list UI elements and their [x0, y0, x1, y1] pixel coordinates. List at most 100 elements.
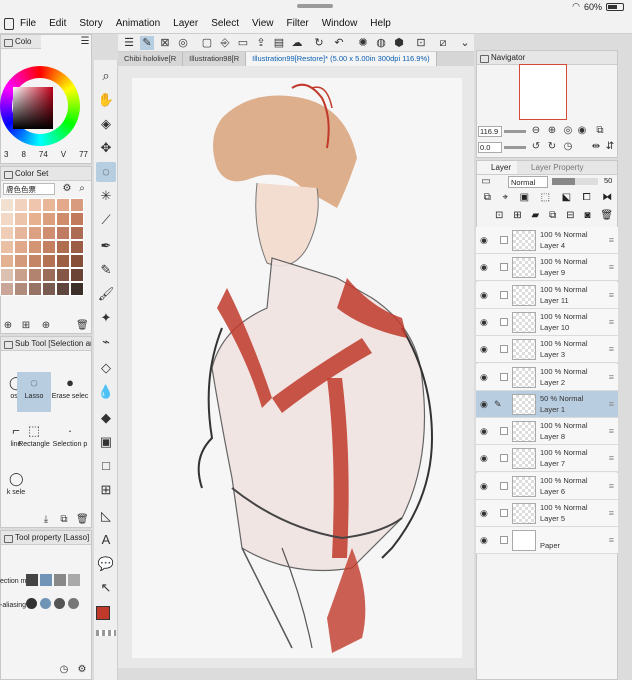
quick-access-icon[interactable]: ✎ — [140, 36, 154, 50]
drag-handle-icon[interactable]: ≡ — [609, 235, 614, 245]
zoom-out-icon[interactable]: ⊖ — [530, 125, 542, 137]
edit-icon[interactable]: ⊠ — [158, 36, 172, 50]
color-swatch[interactable] — [0, 282, 14, 296]
subtool-header[interactable]: Sub Tool [Selection area] — [1, 337, 91, 351]
replace-color-icon[interactable]: ⊞ — [20, 320, 32, 332]
color-swatch[interactable] — [42, 198, 56, 212]
subtool-rectangle[interactable]: ⬚ Rectangle — [17, 420, 51, 460]
new-raster-icon[interactable]: ⊡ — [495, 210, 503, 224]
color-swatch[interactable] — [70, 268, 84, 282]
color-swatch[interactable] — [28, 212, 42, 226]
draft-layer-icon[interactable]: ⌖ — [502, 192, 508, 206]
gradient-tool[interactable]: ▣ — [96, 432, 116, 452]
frame-tool[interactable]: ⊞ — [96, 480, 116, 500]
redo-icon[interactable]: ↻ — [312, 36, 326, 50]
add-color-icon[interactable]: ⊕ — [2, 320, 14, 332]
color-swatch[interactable] — [56, 282, 70, 296]
menu-icon[interactable]: ☰ — [122, 36, 136, 50]
visibility-eye-icon[interactable]: ◉ — [480, 426, 490, 436]
color-swatch[interactable] — [70, 240, 84, 254]
menu-layer[interactable]: Layer — [173, 18, 198, 29]
drawing-canvas[interactable] — [132, 78, 462, 658]
color-wheel-header[interactable]: Colo — [1, 35, 41, 49]
rotate-tool[interactable]: ◈ — [96, 114, 116, 134]
tab-chibi-hololive[interactable]: Chibi hololive[R — [118, 52, 184, 66]
color-swatch[interactable] — [42, 226, 56, 240]
mask-icon[interactable]: ⬕ — [562, 192, 571, 206]
layer-checkbox[interactable] — [500, 509, 508, 517]
intersect-selection-icon[interactable] — [68, 574, 80, 586]
visibility-eye-icon[interactable]: ◉ — [480, 508, 490, 518]
aa-medium-icon[interactable] — [54, 598, 65, 609]
delete-subtool-icon[interactable]: 🗑 — [76, 514, 89, 526]
drag-handle-icon[interactable]: ≡ — [609, 372, 614, 382]
reset-icon[interactable]: ◷ — [58, 664, 70, 676]
subtool-selection-pen[interactable]: · Selection p — [51, 420, 89, 460]
tab-layer-property[interactable]: Layer Property — [517, 161, 583, 174]
color-swatch[interactable] — [42, 240, 56, 254]
aa-none-icon[interactable] — [26, 598, 37, 609]
balloon-tool[interactable]: 💬 — [96, 554, 116, 574]
antialiasing-buttons[interactable] — [26, 598, 86, 612]
pencil-tool[interactable]: ✎ — [96, 260, 116, 280]
new-file-icon[interactable]: ▢ — [200, 36, 214, 50]
undo-icon[interactable]: ↶ — [332, 36, 346, 50]
clear-icon[interactable]: ✺ — [356, 36, 370, 50]
color-swatch[interactable] — [14, 226, 28, 240]
settings-icon[interactable]: ⚙ — [76, 664, 88, 676]
figure-tool[interactable]: □ — [96, 456, 116, 476]
airbrush-tool[interactable]: ⌁ — [96, 332, 116, 352]
decoration-tool[interactable]: ✦ — [96, 308, 116, 328]
panel-menu-icon[interactable]: ☰ — [79, 36, 91, 48]
color-swatch[interactable] — [0, 240, 14, 254]
drag-handle-icon[interactable]: ≡ — [609, 290, 614, 300]
aa-strong-icon[interactable] — [68, 598, 79, 609]
reset-rotate-icon[interactable]: ◷ — [562, 141, 574, 153]
selection-mode-buttons[interactable] — [26, 574, 86, 588]
color-swatch[interactable] — [56, 226, 70, 240]
color-swatch[interactable] — [28, 240, 42, 254]
menu-help[interactable]: Help — [370, 18, 391, 29]
add-selection-icon[interactable] — [40, 574, 52, 586]
visibility-eye-icon[interactable]: ◉ — [480, 453, 490, 463]
new-selection-icon[interactable] — [26, 574, 38, 586]
saturation-value-square[interactable] — [13, 87, 53, 129]
lock-layer-icon[interactable]: ▣ — [520, 192, 529, 206]
drag-handle-icon[interactable]: ≡ — [609, 481, 614, 491]
cloud-icon[interactable]: ☁ — [290, 36, 304, 50]
layer-checkbox[interactable] — [500, 372, 508, 381]
drag-handle-icon[interactable]: ≡ — [609, 262, 614, 272]
layer-checkbox[interactable] — [500, 236, 508, 244]
zoom-in-icon[interactable]: ⊕ — [546, 125, 558, 137]
transparent-color-swatch[interactable] — [96, 630, 116, 636]
print-icon[interactable]: ▤ — [272, 36, 286, 50]
hand-tool[interactable]: ✋ — [96, 90, 116, 110]
visibility-eye-icon[interactable]: ◉ — [480, 262, 490, 272]
layer-row[interactable]: ◉ ✎ 50 % Normal Layer 1 ≡ — [476, 390, 618, 418]
visibility-eye-icon[interactable]: ◉ — [480, 372, 490, 382]
zoom-tool[interactable]: ⌕ — [96, 66, 116, 86]
flip-h-icon[interactable]: ⧉ — [594, 125, 606, 137]
layer-row[interactable]: ◉ 100 % Normal Layer 7 ≡ — [476, 445, 618, 473]
color-set-header[interactable]: Color Set — [1, 167, 91, 181]
delete-layer-icon[interactable]: 🗑 — [600, 210, 613, 224]
color-swatch[interactable] — [56, 268, 70, 282]
flip-vertical-icon[interactable]: ⇵ — [604, 141, 616, 153]
color-swatch[interactable] — [28, 254, 42, 268]
visibility-eye-icon[interactable]: ◉ — [480, 481, 490, 491]
visibility-eye-icon[interactable]: ◉ — [480, 344, 490, 354]
layer-row[interactable]: ◉ 100 % Normal Layer 3 ≡ — [476, 336, 618, 364]
drag-handle-icon[interactable]: ≡ — [609, 344, 614, 354]
color-swatch[interactable] — [42, 254, 56, 268]
visibility-eye-icon[interactable]: ◉ — [480, 235, 490, 245]
tab-illustration98[interactable]: Illustration98[R — [183, 52, 247, 66]
pen-tool[interactable]: ✒ — [96, 236, 116, 256]
drag-handle-icon[interactable]: ≡ — [609, 535, 614, 545]
color-swatch[interactable] — [42, 268, 56, 282]
drag-handle-icon[interactable]: ≡ — [609, 508, 614, 518]
fill-tool[interactable]: ◆ — [96, 408, 116, 428]
color-swatch[interactable] — [70, 226, 84, 240]
move-down-icon[interactable]: ⤓ — [40, 514, 52, 526]
navigator-header[interactable]: Navigator — [477, 51, 617, 65]
clip-icon[interactable]: ▭ — [480, 176, 492, 188]
